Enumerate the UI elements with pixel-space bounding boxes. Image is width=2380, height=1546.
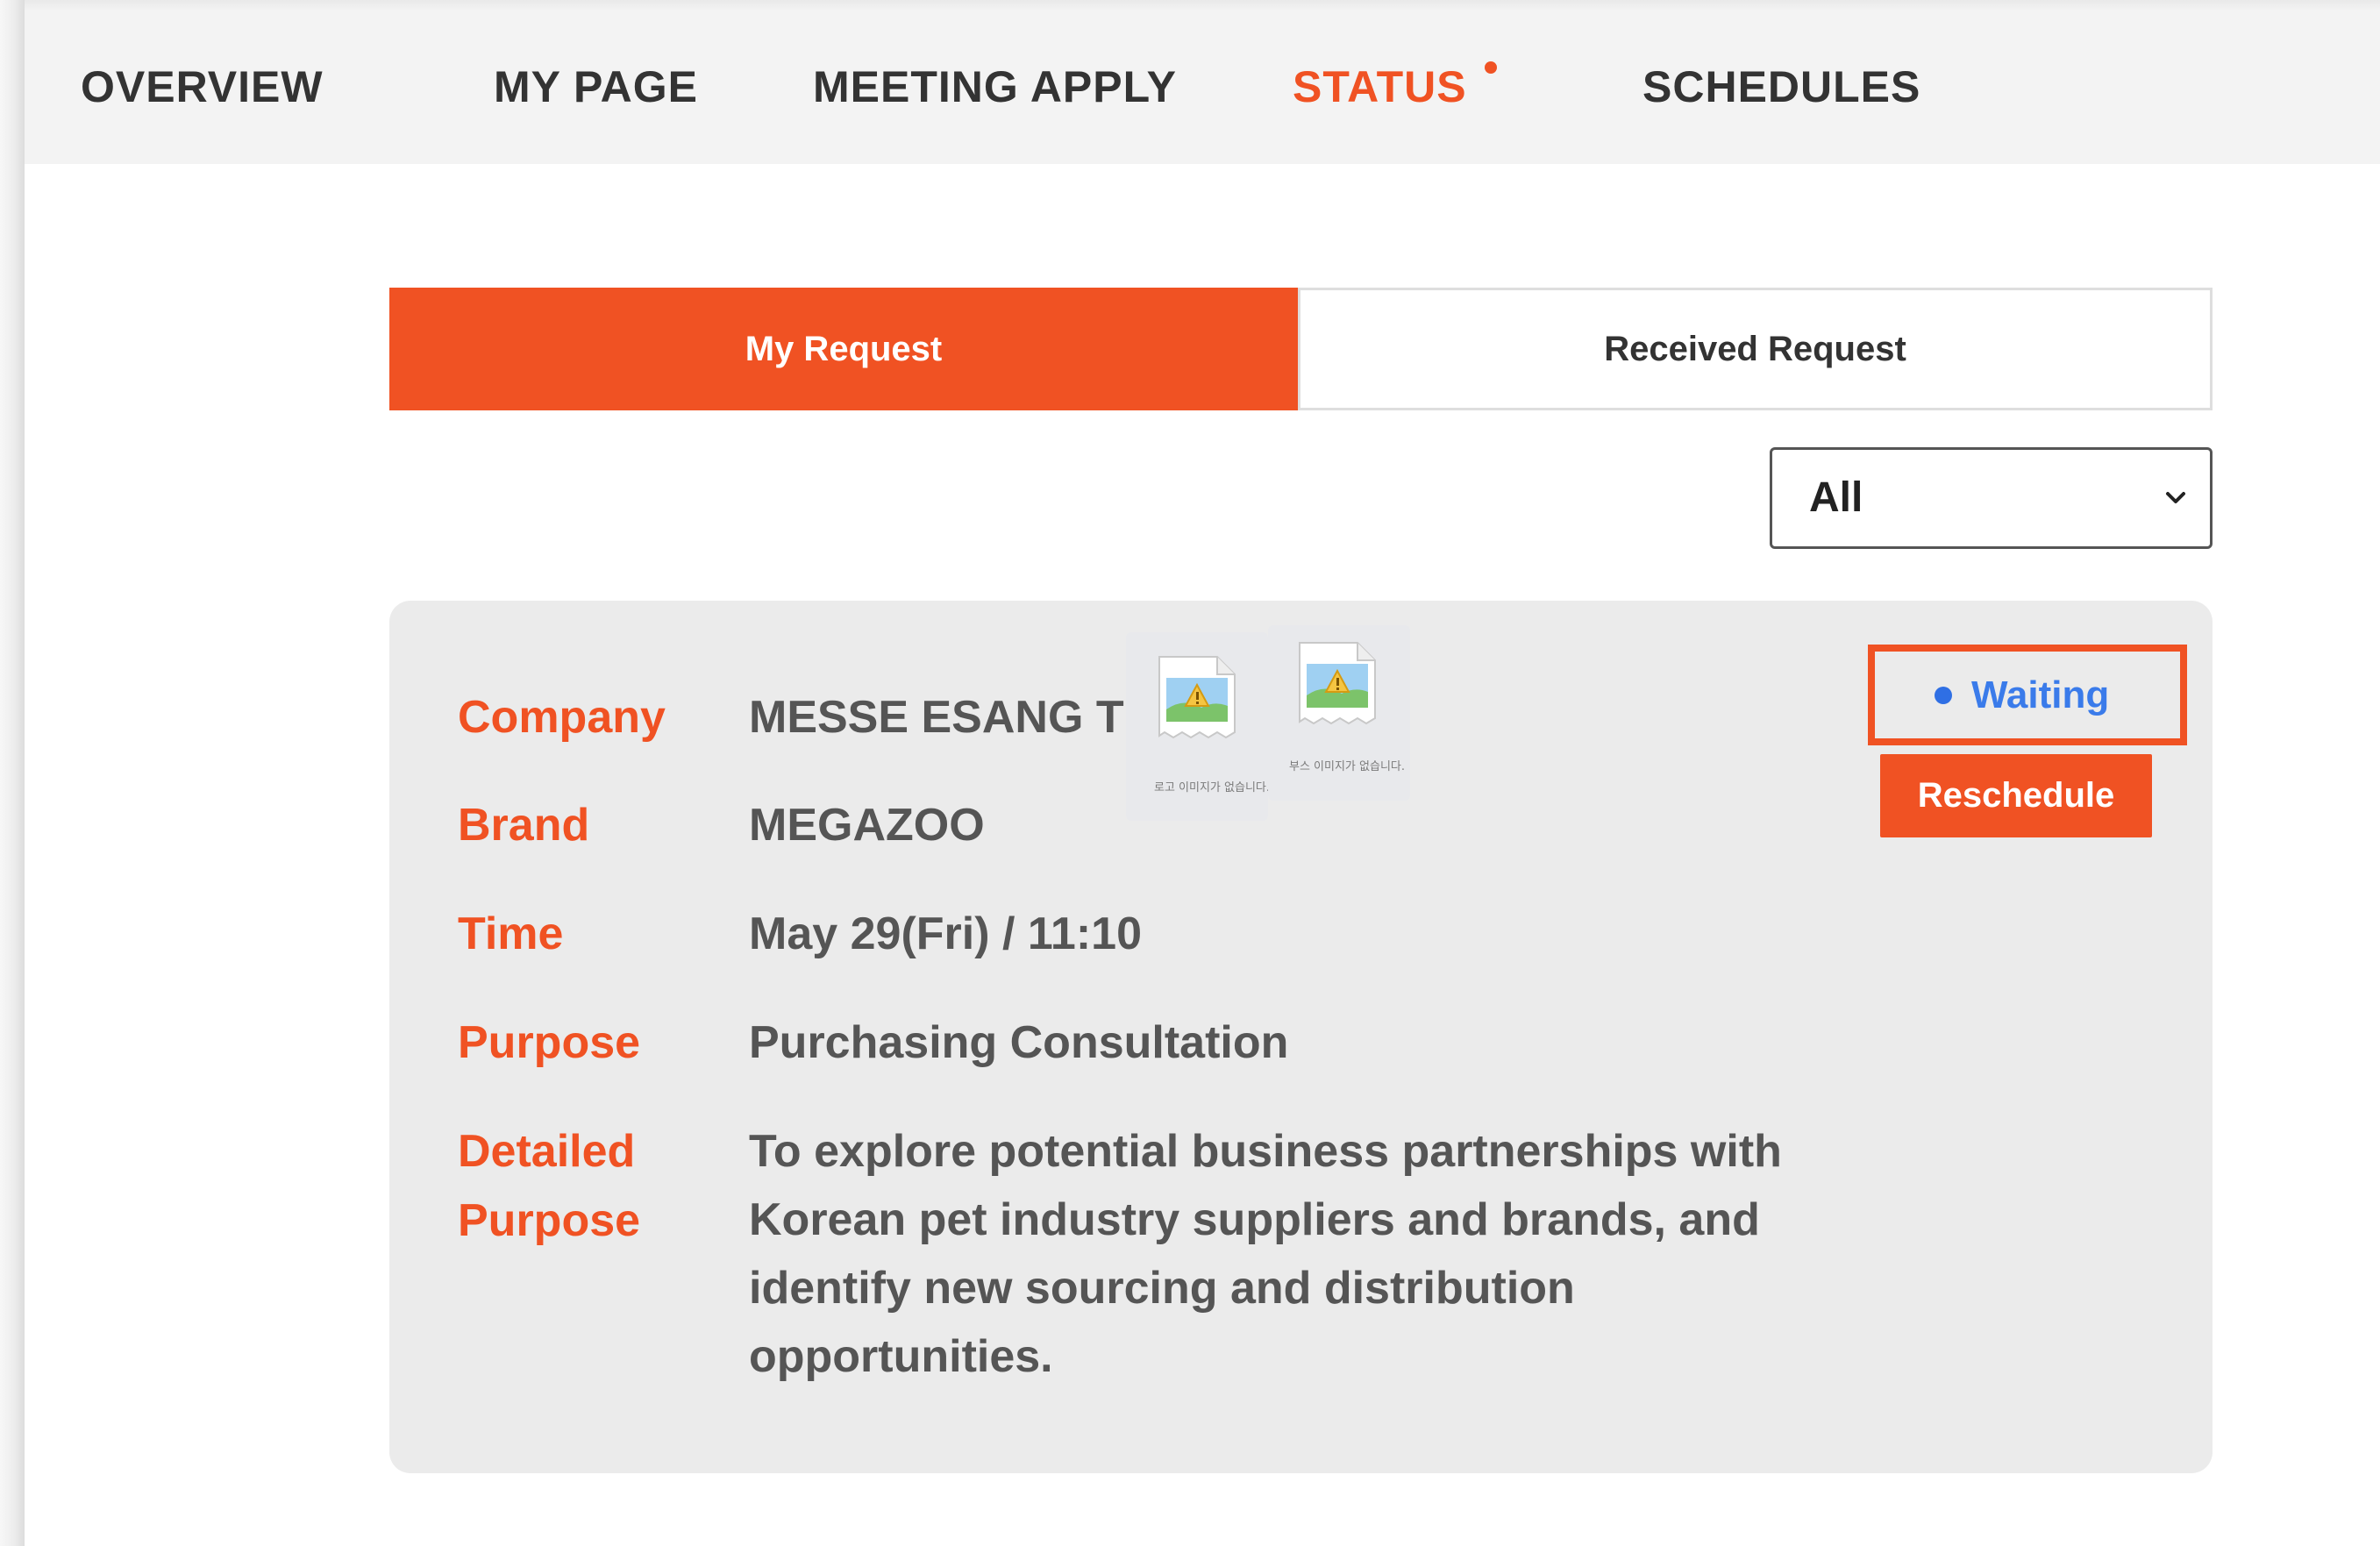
company-logo-broken-image: 로고 이미지가 없습니다. xyxy=(1126,632,1270,821)
request-card: Company MESSE ESANG TES 로고 이미지가 없습니다. xyxy=(389,601,2213,1473)
status-dot-icon xyxy=(1935,687,1952,704)
brand-label: Brand xyxy=(458,800,590,851)
chevron-down-icon xyxy=(2166,492,2185,503)
company-label: Company xyxy=(458,692,666,743)
company-value: MESSE ESANG TES xyxy=(749,692,1128,743)
status-text: Waiting xyxy=(1971,673,2110,716)
purpose-label: Purpose xyxy=(458,1017,641,1068)
tab-my-request[interactable]: My Request xyxy=(389,288,1298,410)
main-nav: OVERVIEW MY PAGE MEETING APPLY STATUS SC… xyxy=(25,11,2380,164)
brand-value: MEGAZOO xyxy=(749,800,985,851)
broken-image-caption: 로고 이미지가 없습니다. xyxy=(1154,781,1270,794)
booth-broken-image: 부스 이미지가 없습니다. xyxy=(1268,625,1410,801)
status-badge: Waiting xyxy=(1868,645,2187,745)
status-filter-select[interactable]: All xyxy=(1770,447,2213,549)
window-left-edge xyxy=(0,0,25,1546)
detailed-purpose-label-line1: Detailed xyxy=(458,1126,636,1177)
status-filter-value: All xyxy=(1809,474,1863,521)
status-screen: OVERVIEW MY PAGE MEETING APPLY STATUS SC… xyxy=(0,0,2380,1546)
time-label: Time xyxy=(458,908,564,959)
notification-dot-icon xyxy=(1485,61,1497,74)
tab-received-request[interactable]: Received Request xyxy=(1298,288,2213,410)
purpose-value: Purchasing Consultation xyxy=(749,1017,1289,1068)
broken-image-caption: 부스 이미지가 없습니다. xyxy=(1289,760,1405,773)
detailed-purpose-value: To explore potential business partnershi… xyxy=(749,1126,1782,1382)
broken-image-icon xyxy=(1299,642,1376,725)
nav-item-my-page[interactable]: MY PAGE xyxy=(494,11,698,164)
nav-item-schedules[interactable]: SCHEDULES xyxy=(1642,11,1920,164)
nav-item-overview[interactable]: OVERVIEW xyxy=(81,11,324,164)
window-top-edge xyxy=(0,0,2380,11)
broken-image-icon xyxy=(1158,656,1236,739)
nav-item-status[interactable]: STATUS xyxy=(1293,11,1467,164)
nav-item-meeting-apply[interactable]: MEETING APPLY xyxy=(813,11,1177,164)
detailed-purpose-label-line2: Purpose xyxy=(458,1195,641,1246)
reschedule-button[interactable]: Reschedule xyxy=(1880,754,2152,837)
time-value: May 29(Fri) / 11:10 xyxy=(749,908,1142,959)
